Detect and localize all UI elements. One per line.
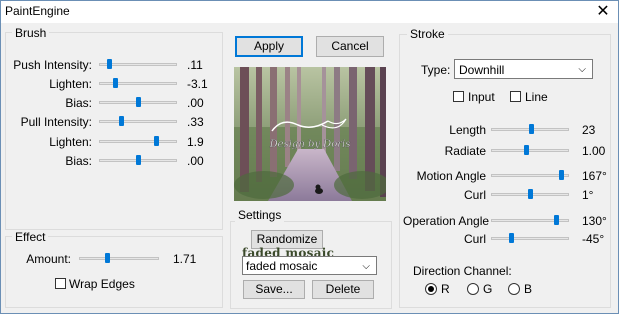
title-bar[interactable]: PaintEngine ✕	[1, 1, 618, 23]
stroke-slider-label: Curl	[463, 232, 486, 246]
preview-watermark: Design by Doris	[269, 139, 351, 150]
input-label: Input	[468, 90, 495, 104]
brush-slider[interactable]	[99, 120, 177, 123]
brush-slider-value: -3.1	[187, 77, 208, 91]
brush-slider[interactable]	[99, 82, 177, 85]
stroke-slider-thumb[interactable]	[528, 189, 533, 199]
line-checkbox[interactable]	[510, 91, 521, 102]
save-button[interactable]: Save...	[243, 280, 305, 299]
amount-slider-thumb[interactable]	[105, 253, 110, 263]
wrap-edges-checkbox[interactable]	[55, 278, 66, 289]
brush-slider-thumb[interactable]	[136, 155, 141, 165]
amount-value: 1.71	[173, 252, 197, 266]
channel-radio-label: R	[441, 282, 450, 296]
channel-radio-b[interactable]	[508, 283, 520, 295]
effect-group	[5, 236, 223, 308]
stroke-slider-value: 130°	[582, 214, 607, 228]
stroke-slider-value: 167°	[582, 169, 607, 183]
effect-legend: Effect	[12, 230, 49, 244]
brush-slider-value: .11	[187, 58, 203, 72]
apply-button[interactable]: Apply	[235, 36, 303, 57]
channel-radio-g[interactable]	[467, 283, 479, 295]
brush-slider-thumb[interactable]	[119, 116, 124, 126]
stroke-slider-label: Curl	[463, 188, 486, 202]
cancel-button[interactable]: Cancel	[316, 36, 384, 57]
brush-slider-label: Lighten:	[49, 135, 92, 149]
brush-slider-value: 1.9	[187, 135, 204, 149]
amount-slider[interactable]	[79, 257, 159, 260]
preview-image: Design by Doris	[234, 67, 386, 201]
stroke-slider-label: Motion Angle	[416, 169, 486, 183]
stroke-slider-thumb[interactable]	[524, 145, 529, 155]
stroke-slider-label: Length	[449, 123, 486, 137]
settings-legend: Settings	[235, 208, 285, 222]
line-label: Line	[525, 90, 548, 104]
brush-slider-thumb[interactable]	[107, 59, 112, 69]
window-title: PaintEngine	[5, 4, 70, 18]
stroke-slider-value: 1.00	[582, 144, 606, 158]
close-icon[interactable]: ✕	[588, 1, 618, 23]
brush-slider-thumb[interactable]	[154, 136, 159, 146]
brush-slider-label: Push Intensity:	[13, 58, 92, 72]
brush-slider-value: .33	[187, 115, 204, 129]
brush-slider-label: Lighten:	[49, 77, 92, 91]
paintengine-dialog: PaintEngine ✕ Brush Push Intensity: .11 Li…	[0, 0, 619, 314]
stroke-slider-value: 23	[582, 123, 596, 137]
channel-radio-r[interactable]	[425, 283, 437, 295]
stroke-slider-thumb[interactable]	[559, 170, 564, 180]
type-select[interactable]: Downhill ⌵	[454, 59, 593, 79]
delete-button[interactable]: Delete	[312, 280, 374, 299]
chevron-down-icon: ⌵	[362, 261, 370, 272]
type-select-value: Downhill	[459, 63, 505, 77]
channel-radio-label: B	[524, 282, 533, 296]
stroke-slider-value: 1°	[582, 188, 594, 202]
brush-slider-label: Pull Intensity:	[20, 115, 92, 129]
brush-slider-label: Bias:	[65, 96, 92, 110]
wrap-edges-label: Wrap Edges	[69, 277, 135, 291]
brush-slider[interactable]	[99, 140, 177, 143]
preset-select-value: faded mosaic	[246, 259, 318, 273]
radio-selected-dot	[428, 286, 434, 292]
brush-slider-value: .00	[187, 96, 204, 110]
chevron-down-icon: ⌵	[578, 64, 586, 75]
stroke-slider-thumb[interactable]	[509, 233, 514, 243]
stroke-slider-thumb[interactable]	[529, 124, 534, 134]
preset-select[interactable]: faded mosaic ⌵	[242, 256, 377, 275]
stroke-slider-label: Operation Angle	[403, 214, 490, 228]
stroke-slider-value: -45°	[582, 232, 605, 246]
input-checkbox[interactable]	[453, 91, 464, 102]
brush-slider-thumb[interactable]	[136, 97, 141, 107]
stroke-slider[interactable]	[491, 174, 569, 177]
type-label: Type:	[421, 63, 451, 77]
stroke-slider-label: Radiate	[444, 144, 486, 158]
brush-slider-value: .00	[187, 154, 204, 168]
channel-radio-label: G	[483, 282, 493, 296]
stroke-legend: Stroke	[407, 27, 448, 41]
stroke-slider[interactable]	[491, 237, 569, 240]
brush-legend: Brush	[12, 26, 50, 40]
brush-slider-label: Bias:	[65, 154, 92, 168]
stroke-slider-thumb[interactable]	[554, 215, 559, 225]
direction-channel-label: Direction Channel:	[413, 264, 512, 278]
stroke-slider[interactable]	[491, 149, 569, 152]
brush-slider-thumb[interactable]	[113, 78, 118, 88]
amount-label: Amount:	[26, 252, 71, 266]
